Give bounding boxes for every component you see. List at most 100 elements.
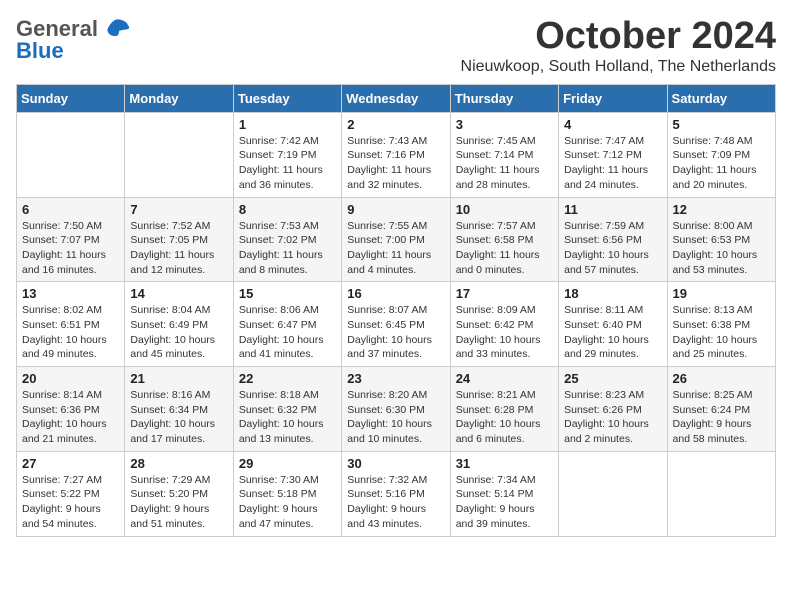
logo-bird-icon xyxy=(100,18,130,40)
day-number: 24 xyxy=(456,371,553,386)
day-number: 8 xyxy=(239,202,336,217)
day-number: 11 xyxy=(564,202,661,217)
day-number: 7 xyxy=(130,202,227,217)
day-info: Sunrise: 8:09 AMSunset: 6:42 PMDaylight:… xyxy=(456,303,553,362)
day-info: Sunrise: 7:59 AMSunset: 6:56 PMDaylight:… xyxy=(564,219,661,278)
day-number: 18 xyxy=(564,286,661,301)
weekday-header: Tuesday xyxy=(233,84,341,112)
calendar-day-cell: 23 Sunrise: 8:20 AMSunset: 6:30 PMDayligh… xyxy=(342,367,450,452)
calendar-week-row: 27 Sunrise: 7:27 AMSunset: 5:22 PMDayligh… xyxy=(17,451,776,536)
calendar-day-cell: 9Sunrise: 7:55 AMSunset: 7:00 PMDaylight… xyxy=(342,197,450,282)
calendar-day-cell: 11 Sunrise: 7:59 AMSunset: 6:56 PMDayligh… xyxy=(559,197,667,282)
day-number: 28 xyxy=(130,456,227,471)
calendar-day-cell: 14 Sunrise: 8:04 AMSunset: 6:49 PMDayligh… xyxy=(125,282,233,367)
day-number: 21 xyxy=(130,371,227,386)
calendar-day-cell: 16 Sunrise: 8:07 AMSunset: 6:45 PMDayligh… xyxy=(342,282,450,367)
day-info: Sunrise: 7:45 AMSunset: 7:14 PMDaylight:… xyxy=(456,134,553,193)
calendar-day-cell: 21 Sunrise: 8:16 AMSunset: 6:34 PMDayligh… xyxy=(125,367,233,452)
weekday-header: Thursday xyxy=(450,84,558,112)
day-info: Sunrise: 7:30 AMSunset: 5:18 PMDaylight:… xyxy=(239,473,336,532)
day-info: Sunrise: 8:21 AMSunset: 6:28 PMDaylight:… xyxy=(456,388,553,447)
day-number: 16 xyxy=(347,286,444,301)
day-number: 29 xyxy=(239,456,336,471)
day-number: 6 xyxy=(22,202,119,217)
day-number: 19 xyxy=(673,286,770,301)
logo: General Blue xyxy=(16,16,130,64)
day-number: 13 xyxy=(22,286,119,301)
day-number: 10 xyxy=(456,202,553,217)
day-info: Sunrise: 8:11 AMSunset: 6:40 PMDaylight:… xyxy=(564,303,661,362)
calendar-day-cell: 29 Sunrise: 7:30 AMSunset: 5:18 PMDayligh… xyxy=(233,451,341,536)
title-block: October 2024 Nieuwkoop, South Holland, T… xyxy=(461,16,776,76)
calendar-day-cell: 20Sunrise: 8:14 AMSunset: 6:36 PMDayligh… xyxy=(17,367,125,452)
weekday-header: Saturday xyxy=(667,84,775,112)
page-header: General Blue October 2024 Nieuwkoop, Sou… xyxy=(16,16,776,76)
day-number: 4 xyxy=(564,117,661,132)
day-number: 23 xyxy=(347,371,444,386)
calendar-day-cell: 17 Sunrise: 8:09 AMSunset: 6:42 PMDayligh… xyxy=(450,282,558,367)
calendar-day-cell: 13 Sunrise: 8:02 AMSunset: 6:51 PMDayligh… xyxy=(17,282,125,367)
calendar-day-cell: 31 Sunrise: 7:34 AMSunset: 5:14 PMDayligh… xyxy=(450,451,558,536)
calendar-day-cell xyxy=(17,112,125,197)
calendar-day-cell: 2Sunrise: 7:43 AMSunset: 7:16 PMDaylight… xyxy=(342,112,450,197)
day-info: Sunrise: 8:06 AMSunset: 6:47 PMDaylight:… xyxy=(239,303,336,362)
weekday-header-row: SundayMondayTuesdayWednesdayThursdayFrid… xyxy=(17,84,776,112)
calendar-day-cell xyxy=(125,112,233,197)
day-number: 1 xyxy=(239,117,336,132)
calendar-week-row: 20Sunrise: 8:14 AMSunset: 6:36 PMDayligh… xyxy=(17,367,776,452)
day-number: 12 xyxy=(673,202,770,217)
day-info: Sunrise: 8:00 AMSunset: 6:53 PMDaylight:… xyxy=(673,219,770,278)
calendar-day-cell: 7Sunrise: 7:52 AMSunset: 7:05 PMDaylight… xyxy=(125,197,233,282)
day-number: 30 xyxy=(347,456,444,471)
day-number: 26 xyxy=(673,371,770,386)
calendar-table: SundayMondayTuesdayWednesdayThursdayFrid… xyxy=(16,84,776,537)
day-info: Sunrise: 8:20 AMSunset: 6:30 PMDaylight:… xyxy=(347,388,444,447)
calendar-day-cell: 26Sunrise: 8:25 AMSunset: 6:24 PMDayligh… xyxy=(667,367,775,452)
weekday-header: Friday xyxy=(559,84,667,112)
day-number: 15 xyxy=(239,286,336,301)
day-info: Sunrise: 7:57 AMSunset: 6:58 PMDaylight:… xyxy=(456,219,553,278)
day-info: Sunrise: 7:34 AMSunset: 5:14 PMDaylight:… xyxy=(456,473,553,532)
calendar-week-row: 13 Sunrise: 8:02 AMSunset: 6:51 PMDayligh… xyxy=(17,282,776,367)
calendar-day-cell: 12 Sunrise: 8:00 AMSunset: 6:53 PMDayligh… xyxy=(667,197,775,282)
month-title: October 2024 xyxy=(461,16,776,58)
weekday-header: Wednesday xyxy=(342,84,450,112)
day-info: Sunrise: 8:02 AMSunset: 6:51 PMDaylight:… xyxy=(22,303,119,362)
weekday-header: Sunday xyxy=(17,84,125,112)
day-info: Sunrise: 7:50 AMSunset: 7:07 PMDaylight:… xyxy=(22,219,119,278)
day-number: 3 xyxy=(456,117,553,132)
calendar-day-cell: 30 Sunrise: 7:32 AMSunset: 5:16 PMDayligh… xyxy=(342,451,450,536)
day-number: 31 xyxy=(456,456,553,471)
day-number: 17 xyxy=(456,286,553,301)
logo-block: General Blue xyxy=(16,16,130,64)
day-number: 27 xyxy=(22,456,119,471)
day-info: Sunrise: 8:16 AMSunset: 6:34 PMDaylight:… xyxy=(130,388,227,447)
calendar-day-cell: 24 Sunrise: 8:21 AMSunset: 6:28 PMDayligh… xyxy=(450,367,558,452)
day-number: 5 xyxy=(673,117,770,132)
calendar-week-row: 1 Sunrise: 7:42 AMSunset: 7:19 PMDaylight… xyxy=(17,112,776,197)
day-info: Sunrise: 7:43 AMSunset: 7:16 PMDaylight:… xyxy=(347,134,444,193)
calendar-day-cell xyxy=(559,451,667,536)
calendar-day-cell: 28 Sunrise: 7:29 AMSunset: 5:20 PMDayligh… xyxy=(125,451,233,536)
calendar-day-cell: 3 Sunrise: 7:45 AMSunset: 7:14 PMDaylight… xyxy=(450,112,558,197)
day-info: Sunrise: 8:14 AMSunset: 6:36 PMDaylight:… xyxy=(22,388,119,447)
day-info: Sunrise: 8:04 AMSunset: 6:49 PMDaylight:… xyxy=(130,303,227,362)
calendar-day-cell: 5Sunrise: 7:48 AMSunset: 7:09 PMDaylight… xyxy=(667,112,775,197)
calendar-day-cell: 8Sunrise: 7:53 AMSunset: 7:02 PMDaylight… xyxy=(233,197,341,282)
day-info: Sunrise: 8:23 AMSunset: 6:26 PMDaylight:… xyxy=(564,388,661,447)
calendar-day-cell: 15 Sunrise: 8:06 AMSunset: 6:47 PMDayligh… xyxy=(233,282,341,367)
day-info: Sunrise: 7:29 AMSunset: 5:20 PMDaylight:… xyxy=(130,473,227,532)
calendar-day-cell: 6 Sunrise: 7:50 AMSunset: 7:07 PMDaylight… xyxy=(17,197,125,282)
day-number: 22 xyxy=(239,371,336,386)
calendar-day-cell: 18 Sunrise: 8:11 AMSunset: 6:40 PMDayligh… xyxy=(559,282,667,367)
calendar-day-cell xyxy=(667,451,775,536)
day-number: 14 xyxy=(130,286,227,301)
calendar-day-cell: 1 Sunrise: 7:42 AMSunset: 7:19 PMDaylight… xyxy=(233,112,341,197)
day-info: Sunrise: 7:27 AMSunset: 5:22 PMDaylight:… xyxy=(22,473,119,532)
calendar-day-cell: 25Sunrise: 8:23 AMSunset: 6:26 PMDayligh… xyxy=(559,367,667,452)
calendar-week-row: 6 Sunrise: 7:50 AMSunset: 7:07 PMDaylight… xyxy=(17,197,776,282)
day-info: Sunrise: 7:55 AMSunset: 7:00 PMDaylight:… xyxy=(347,219,444,278)
day-info: Sunrise: 8:07 AMSunset: 6:45 PMDaylight:… xyxy=(347,303,444,362)
day-info: Sunrise: 7:42 AMSunset: 7:19 PMDaylight:… xyxy=(239,134,336,193)
day-info: Sunrise: 7:32 AMSunset: 5:16 PMDaylight:… xyxy=(347,473,444,532)
